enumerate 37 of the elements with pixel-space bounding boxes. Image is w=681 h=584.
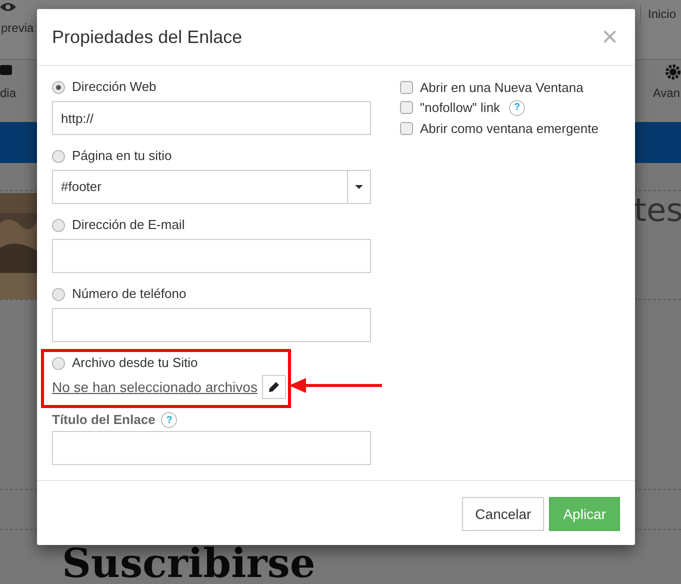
toolbar-label[interactable]: previa xyxy=(1,19,34,37)
input-field[interactable] xyxy=(52,239,371,273)
checkbox[interactable] xyxy=(400,122,413,135)
radio-button[interactable] xyxy=(52,150,65,162)
toolbar-label[interactable]: Avan xyxy=(652,84,680,102)
select-field[interactable]: #footer xyxy=(52,170,371,204)
heading-text: tes xyxy=(634,190,681,230)
radio-button[interactable] xyxy=(52,356,65,370)
radio-button[interactable] xyxy=(52,288,65,300)
field-label: Título del Enlace xyxy=(52,411,156,430)
edit-button[interactable] xyxy=(262,375,286,399)
heading-text: Suscribirse xyxy=(62,545,316,583)
radio-label[interactable]: Dirección de E-mail xyxy=(72,215,185,235)
radio-label[interactable]: Número de teléfono xyxy=(72,284,186,304)
radio-label[interactable]: Archivo desde tu Sitio xyxy=(72,353,198,373)
input-field[interactable]: http:// xyxy=(52,101,371,135)
caret-icon xyxy=(355,185,363,189)
toolbar-label[interactable]: dia xyxy=(0,84,16,102)
pencil-icon xyxy=(269,382,280,392)
arrow-icon xyxy=(289,378,382,393)
checkbox[interactable] xyxy=(400,101,413,114)
radio-button[interactable] xyxy=(52,218,65,232)
radio-label[interactable]: Página en tu sitio xyxy=(72,146,172,166)
checkbox-label[interactable]: Abrir como ventana emergente xyxy=(420,118,598,138)
file-link[interactable]: No se han seleccionado archivos xyxy=(52,376,258,398)
gear-icon xyxy=(665,64,681,80)
input-field[interactable] xyxy=(52,308,371,342)
checkbox-label[interactable]: "nofollow" link xyxy=(420,98,500,118)
radio-button[interactable] xyxy=(52,80,65,94)
cancel-button[interactable]: Cancelar xyxy=(462,497,544,531)
video-icon xyxy=(0,64,12,76)
dialog-title: Propiedades del Enlace xyxy=(52,26,242,49)
radio-label[interactable]: Dirección Web xyxy=(72,77,156,97)
toolbar-label[interactable]: Inicio xyxy=(640,5,681,23)
checkbox[interactable] xyxy=(400,80,413,94)
checkbox-label[interactable]: Abrir en una Nueva Ventana xyxy=(420,78,584,97)
input-field[interactable] xyxy=(52,431,371,465)
